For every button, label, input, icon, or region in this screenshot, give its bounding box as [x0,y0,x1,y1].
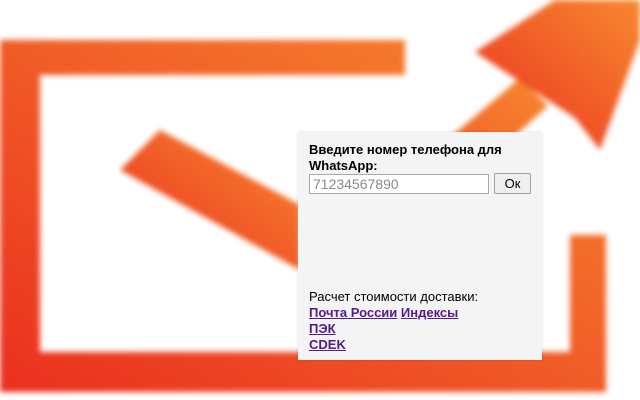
delivery-heading: Расчет стоимости доставки: [309,289,479,304]
ok-button[interactable]: Ок [494,173,531,194]
cdek-link-row: CDEK [309,337,478,353]
pochta-rossii-link[interactable]: Почта России [309,305,397,320]
cdek-link[interactable]: CDEK [309,337,346,352]
pek-link[interactable]: ПЭК [309,321,336,336]
delivery-section: Расчет стоимости доставки: Почта России … [309,289,478,353]
phone-prompt-label: Введите номер телефона для WhatsApp: [309,142,502,173]
extension-preview: Введите номер телефона для WhatsApp: Ок … [0,0,640,400]
indexes-link[interactable]: Индексы [401,305,458,320]
phone-number-input[interactable] [309,174,489,194]
whatsapp-popup-panel: Введите номер телефона для WhatsApp: Ок … [298,132,542,360]
pek-link-row: ПЭК [309,321,478,337]
delivery-links-row: Почта России Индексы [309,305,478,321]
